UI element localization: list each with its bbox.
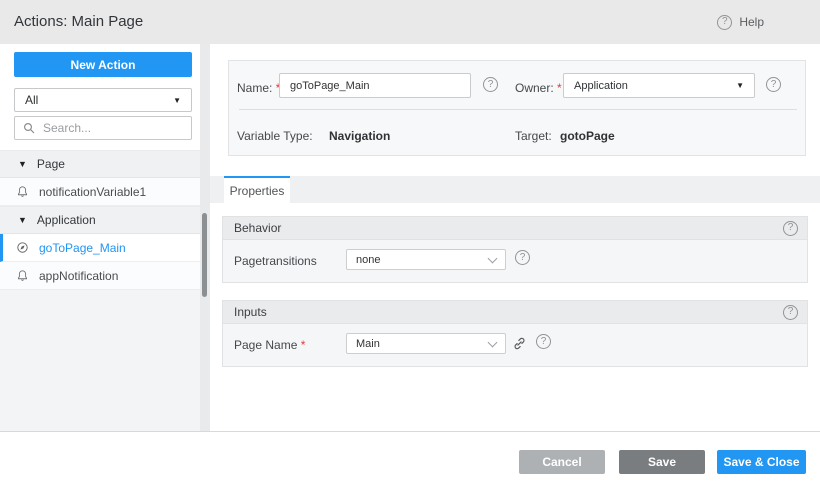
sidebar-scrollbar-thumb[interactable] [202, 213, 207, 297]
caret-down-icon: ▼ [736, 81, 744, 90]
chevron-down-icon [487, 253, 498, 263]
variable-type-label: Variable Type: [237, 129, 313, 143]
behavior-section-header: Behavior ? [223, 217, 807, 240]
name-input[interactable] [279, 73, 471, 98]
pagetransitions-value: none [356, 253, 381, 266]
inputs-section: Inputs ? Page Name * Main ? [222, 300, 808, 367]
tree-item-gotopage-main[interactable]: goToPage_Main [0, 234, 200, 262]
tab-bar: Properties [210, 176, 820, 203]
collapse-arrow-icon: ▼ [18, 215, 27, 225]
tree-group-page[interactable]: ▼ Page [0, 150, 200, 178]
save-button[interactable]: Save [619, 450, 705, 474]
tree-item-notificationvariable1[interactable]: notificationVariable1 [0, 178, 200, 206]
behavior-section-body: Pagetransitions none ? [223, 240, 807, 282]
page-title: Actions: Main Page [14, 13, 144, 30]
behavior-section-title: Behavior [234, 221, 282, 235]
new-action-button[interactable]: New Action [14, 52, 192, 77]
cancel-button[interactable]: Cancel [519, 450, 605, 474]
sidebar-scrollbar-track [200, 44, 210, 431]
behavior-section: Behavior ? Pagetransitions none ? [222, 216, 808, 283]
chevron-down-icon [487, 337, 498, 347]
behavior-help-icon[interactable]: ? [783, 220, 798, 236]
required-asterisk: * [557, 81, 562, 95]
page-name-label: Page Name * [234, 338, 305, 352]
inputs-section-title: Inputs [234, 305, 267, 319]
action-tree: ▼ Page notificationVariable1 ▼ Applicati… [0, 150, 200, 290]
name-label: Name: * [237, 81, 280, 95]
search-input[interactable] [43, 121, 183, 135]
tree-item-label: appNotification [39, 268, 119, 283]
bind-link-icon[interactable] [512, 336, 527, 351]
search-box[interactable] [14, 116, 192, 140]
filter-selected-value: All [25, 93, 39, 107]
owner-label: Owner: * [515, 81, 562, 95]
tab-properties[interactable]: Properties [224, 176, 290, 203]
owner-label-text: Owner: [515, 81, 554, 95]
tree-group-label: Application [36, 213, 96, 227]
tree-item-appnotification[interactable]: appNotification [0, 262, 200, 290]
owner-selected-value: Application [574, 79, 628, 92]
notification-icon [16, 185, 30, 198]
help-button[interactable]: ? Help [717, 0, 764, 44]
search-icon [23, 122, 37, 134]
inputs-section-body: Page Name * Main ? [223, 324, 807, 366]
collapse-arrow-icon: ▼ [18, 159, 27, 169]
pagetransitions-dropdown[interactable]: none [346, 249, 506, 270]
target-label: Target: [515, 129, 552, 143]
required-asterisk: * [300, 338, 306, 352]
tree-group-application[interactable]: ▼ Application [0, 206, 200, 234]
target-value: gotoPage [560, 129, 615, 143]
footer-bar: Cancel Save Save & Close [0, 432, 820, 488]
page-name-value: Main [356, 337, 380, 350]
sidebar-controls: New Action All ▼ [0, 44, 200, 150]
page-name-label-text: Page Name [234, 338, 298, 352]
name-label-text: Name: [237, 81, 273, 95]
sidebar: New Action All ▼ ▼ Page notificationVari… [0, 44, 200, 431]
header-bar: Actions: Main Page ? Help [0, 0, 820, 44]
main-content: Name: * ? Owner: * Application ▼ ? Varia… [210, 44, 820, 431]
help-label: Help [739, 15, 764, 29]
tree-item-label: goToPage_Main [39, 240, 126, 255]
panel-divider [239, 109, 797, 110]
pagetransitions-label: Pagetransitions [234, 254, 317, 268]
inputs-help-icon[interactable]: ? [783, 304, 798, 320]
notification-icon [16, 269, 30, 282]
name-help-icon[interactable]: ? [483, 77, 498, 92]
owner-help-icon[interactable]: ? [766, 77, 781, 92]
help-icon: ? [717, 14, 733, 30]
save-and-close-button[interactable]: Save & Close [717, 450, 806, 474]
tree-group-label: Page [36, 157, 65, 171]
owner-select[interactable]: Application ▼ [563, 73, 755, 98]
action-summary-panel: Name: * ? Owner: * Application ▼ ? Varia… [228, 60, 806, 156]
page-name-dropdown[interactable]: Main [346, 333, 506, 354]
inputs-section-header: Inputs ? [223, 301, 807, 324]
navigation-icon [16, 241, 30, 254]
page-name-help-icon[interactable]: ? [536, 334, 551, 349]
caret-down-icon: ▼ [173, 95, 181, 105]
tree-item-label: notificationVariable1 [39, 184, 147, 199]
variable-type-value: Navigation [329, 129, 391, 143]
action-filter-select[interactable]: All ▼ [14, 88, 192, 112]
pagetransitions-help-icon[interactable]: ? [515, 250, 530, 265]
